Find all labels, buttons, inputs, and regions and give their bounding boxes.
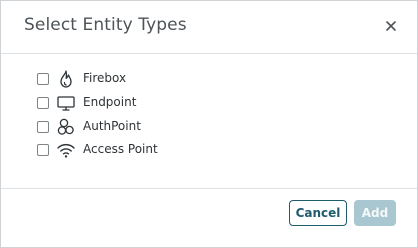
cancel-button[interactable]: Cancel [289,200,347,226]
checkbox-authpoint[interactable] [37,121,49,133]
list-item-firebox: Firebox [37,69,126,89]
checkbox-endpoint[interactable] [37,97,49,109]
list-item-endpoint: Endpoint [37,93,136,113]
checkbox-firebox[interactable] [37,73,49,85]
list-item-authpoint: AuthPoint [37,117,141,137]
dialog-footer: Cancel Add [1,188,417,247]
label-endpoint: Endpoint [83,95,137,109]
add-button[interactable]: Add [354,200,396,226]
label-firebox: Firebox [83,71,127,85]
wifi-icon [56,140,76,160]
dialog-title: Select Entity Types [24,15,187,35]
checkbox-access-point[interactable] [37,144,49,156]
label-authpoint: AuthPoint [83,119,141,133]
select-entity-types-dialog: Select Entity Types Firebox Endpoint Aut… [0,0,418,248]
label-access-point: Access Point [83,142,158,156]
authpoint-icon [56,117,76,137]
endpoint-monitor-icon [56,93,76,113]
entity-type-list: Firebox Endpoint AuthPoint Access Point [1,54,417,187]
close-icon[interactable] [384,18,398,32]
list-item-access-point: Access Point [37,140,158,160]
dialog-header: Select Entity Types [1,1,417,54]
firebox-flame-icon [56,69,76,89]
